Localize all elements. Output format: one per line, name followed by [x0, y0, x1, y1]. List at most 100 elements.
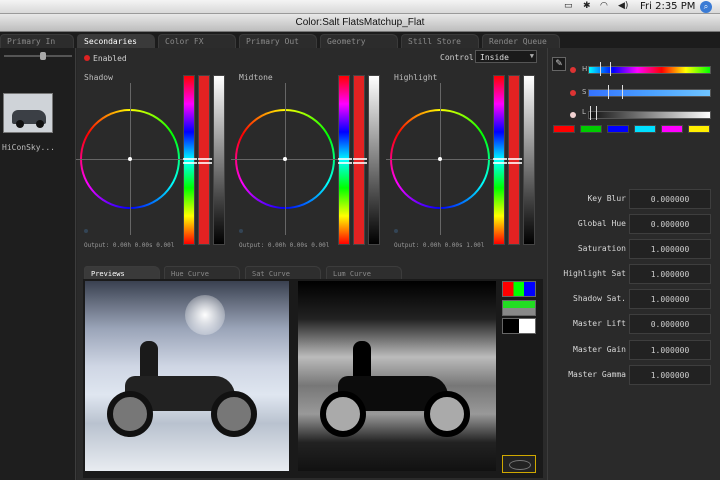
lum-enable-toggle[interactable]: [570, 112, 576, 118]
clip-thumbnail-name: HiConSky...: [2, 143, 55, 152]
wheel-center-handle[interactable]: [438, 157, 442, 161]
tab-lum-curve[interactable]: Lum Curve: [326, 266, 402, 280]
slider-marker[interactable]: [198, 162, 212, 164]
highlight-hue-slider[interactable]: [493, 75, 507, 245]
tab-primary-in[interactable]: Primary In: [0, 34, 74, 48]
window-title: Color:Salt FlatsMatchup_Flat: [295, 17, 425, 28]
highlight-sat-field[interactable]: 1.000000: [629, 264, 711, 284]
sat-enable-toggle[interactable]: [570, 90, 576, 96]
highlight-color-wheel[interactable]: [386, 83, 494, 235]
control-label: Control:: [440, 53, 479, 62]
param-label: Master Lift: [573, 319, 626, 328]
motorcycle-wheel: [107, 391, 153, 437]
vignette-button[interactable]: [502, 455, 536, 473]
thumbnail-size-knob[interactable]: [40, 52, 46, 60]
rgb-preview-mode-button[interactable]: [502, 281, 536, 297]
slider-marker[interactable]: [493, 162, 507, 164]
slider-marker[interactable]: [353, 158, 367, 160]
control-select[interactable]: Inside ▼: [475, 50, 537, 63]
slider-marker[interactable]: [338, 162, 352, 164]
param-label: Master Gamma: [568, 370, 626, 379]
color-chip-green[interactable]: [580, 125, 602, 133]
tab-hue-curve[interactable]: Hue Curve: [164, 266, 240, 280]
param-label: Master Gain: [573, 345, 626, 354]
volume-icon[interactable]: ◀): [618, 1, 628, 11]
lum-qualifier-bar[interactable]: [588, 111, 711, 119]
sat-label: S: [582, 88, 587, 96]
shadow-color-wheel[interactable]: [76, 83, 184, 235]
tab-still-store[interactable]: Still Store: [401, 34, 479, 48]
midtone-lum-slider[interactable]: [368, 75, 380, 245]
hue-handle[interactable]: [600, 62, 601, 76]
color-chip-yellow[interactable]: [688, 125, 710, 133]
key-blur-field[interactable]: 0.000000: [629, 189, 711, 209]
saturation-field[interactable]: 1.000000: [629, 239, 711, 259]
lum-handle[interactable]: [596, 106, 597, 120]
midtone-sat-slider[interactable]: [353, 75, 367, 245]
midtone-color-wheel[interactable]: [231, 83, 339, 235]
shadow-output-readout: Output: 0.00h 0.00s 0.00l: [84, 242, 175, 249]
hue-qualifier-bar[interactable]: [588, 66, 711, 74]
tab-previews[interactable]: Previews: [84, 266, 160, 280]
highlight-sat-slider[interactable]: [508, 75, 522, 245]
highlight-reset-dot[interactable]: [394, 229, 398, 233]
param-label: Shadow Sat.: [573, 294, 626, 303]
shadow-lum-slider[interactable]: [213, 75, 225, 245]
master-lift-field[interactable]: 0.000000: [629, 314, 711, 334]
hue-label: H: [582, 65, 588, 73]
wifi-icon[interactable]: ◠: [600, 1, 608, 11]
tab-sat-curve[interactable]: Sat Curve: [245, 266, 321, 280]
global-hue-field[interactable]: 0.000000: [629, 214, 711, 234]
slider-marker[interactable]: [508, 162, 522, 164]
slider-marker[interactable]: [508, 158, 522, 160]
clip-thumbnail[interactable]: [3, 93, 53, 133]
midtone-wheel-label: Midtone: [239, 73, 273, 82]
slider-marker[interactable]: [353, 162, 367, 164]
shadow-hue-slider[interactable]: [183, 75, 197, 245]
enabled-toggle[interactable]: [84, 55, 90, 61]
menu-clock[interactable]: Fri 2:35 PM: [640, 1, 695, 12]
thumbnail-size-slider[interactable]: [4, 55, 72, 57]
sat-handle[interactable]: [622, 85, 623, 99]
slider-marker[interactable]: [198, 158, 212, 160]
color-chip-blue[interactable]: [607, 125, 629, 133]
rider-shape: [140, 341, 158, 381]
sat-handle[interactable]: [608, 85, 609, 99]
sat-qualifier-bar[interactable]: [588, 89, 711, 97]
tab-secondaries[interactable]: Secondaries: [77, 34, 155, 48]
midtone-output-readout: Output: 0.00h 0.00s 0.00l: [239, 242, 330, 249]
midtone-reset-dot[interactable]: [239, 229, 243, 233]
spotlight-icon[interactable]: ⌕: [700, 1, 712, 13]
shadow-reset-dot[interactable]: [84, 229, 88, 233]
wheel-center-handle[interactable]: [283, 157, 287, 161]
wheel-center-handle[interactable]: [128, 157, 132, 161]
master-gamma-field[interactable]: 1.000000: [629, 365, 711, 385]
color-chip-red[interactable]: [553, 125, 575, 133]
master-gain-field[interactable]: 1.000000: [629, 340, 711, 360]
slider-marker[interactable]: [493, 158, 507, 160]
matte-bw-mode-button[interactable]: [502, 318, 536, 334]
tab-primary-out[interactable]: Primary Out: [239, 34, 317, 48]
shadow-sat-slider[interactable]: [198, 75, 212, 245]
slider-marker[interactable]: [183, 158, 197, 160]
matte-color-mode-button[interactable]: [502, 300, 536, 316]
hue-handle[interactable]: [610, 62, 611, 76]
tab-render-queue[interactable]: Render Queue: [482, 34, 560, 48]
tab-color-fx[interactable]: Color FX: [158, 34, 236, 48]
lum-label: L: [582, 108, 586, 116]
highlight-lum-slider[interactable]: [523, 75, 535, 245]
midtone-hue-slider[interactable]: [338, 75, 352, 245]
hue-enable-toggle[interactable]: [570, 67, 576, 73]
menu-bar: ▭ ✱ ◠ ◀) Fri 2:35 PM ⌕: [0, 0, 720, 14]
lum-handle[interactable]: [590, 106, 591, 120]
slider-marker[interactable]: [183, 162, 197, 164]
shadow-sat-field[interactable]: 1.000000: [629, 289, 711, 309]
color-chip-cyan[interactable]: [634, 125, 656, 133]
source-preview-image: [85, 281, 289, 471]
color-chip-magenta[interactable]: [661, 125, 683, 133]
slider-marker[interactable]: [338, 158, 352, 160]
tab-geometry[interactable]: Geometry: [320, 34, 398, 48]
display-icon[interactable]: ▭: [564, 1, 573, 11]
bluetooth-icon[interactable]: ✱: [583, 1, 591, 11]
eyedropper-icon[interactable]: ✎: [552, 57, 566, 71]
